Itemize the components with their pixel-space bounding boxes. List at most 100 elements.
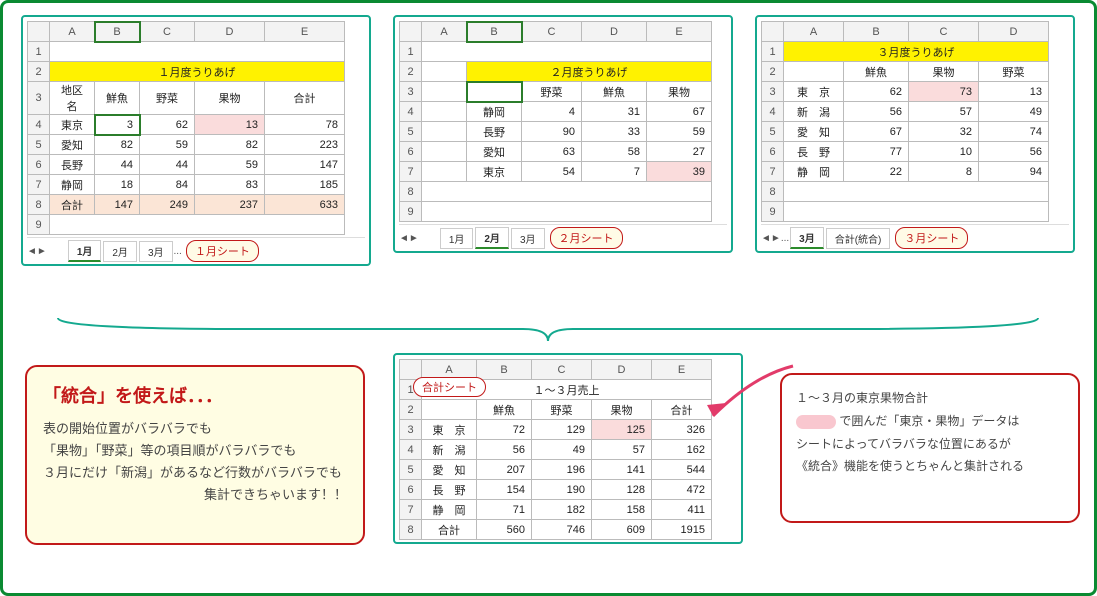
row-4[interactable]: 4 [400, 102, 422, 122]
cell[interactable]: 82 [195, 135, 265, 155]
tab-3-mar[interactable]: 3月 [790, 227, 824, 249]
cell[interactable]: 633 [265, 195, 345, 215]
cell[interactable]: 13 [979, 82, 1049, 102]
col-C[interactable]: C [532, 360, 592, 380]
cell[interactable]: 32 [909, 122, 979, 142]
cell[interactable]: 62 [140, 115, 195, 135]
row-2[interactable]: 2 [28, 62, 50, 82]
row-4[interactable]: 4 [762, 102, 784, 122]
row-3[interactable]: 3 [400, 420, 422, 440]
cell[interactable]: 58 [582, 142, 647, 162]
row-5[interactable]: 5 [400, 460, 422, 480]
cell[interactable]: 237 [195, 195, 265, 215]
cell[interactable]: 33 [582, 122, 647, 142]
cell[interactable]: 44 [140, 155, 195, 175]
cell[interactable]: 新 潟 [784, 102, 844, 122]
tab-3-total[interactable]: 合計(統合) [826, 228, 891, 249]
cell-highlight[interactable]: 13 [195, 115, 265, 135]
cell[interactable]: 49 [532, 440, 592, 460]
cell[interactable]: 27 [647, 142, 712, 162]
col-B[interactable]: B [95, 22, 140, 42]
cell[interactable]: 長野 [50, 155, 95, 175]
row-1[interactable]: 1 [28, 42, 50, 62]
col-D[interactable]: D [582, 22, 647, 42]
cell[interactable]: 746 [532, 520, 592, 540]
tab-1-feb[interactable]: 2月 [103, 241, 137, 262]
scroll-right-icon[interactable]: ► [409, 233, 419, 244]
cell[interactable]: 59 [195, 155, 265, 175]
cell[interactable]: 57 [909, 102, 979, 122]
cell[interactable]: 94 [979, 162, 1049, 182]
cell[interactable]: 59 [647, 122, 712, 142]
cell[interactable]: 1915 [652, 520, 712, 540]
cell[interactable]: 長 野 [784, 142, 844, 162]
cell[interactable]: 静岡 [50, 175, 95, 195]
col-C[interactable]: C [909, 22, 979, 42]
scroll-right-icon[interactable]: ► [771, 233, 781, 244]
cell[interactable]: 56 [979, 142, 1049, 162]
cell[interactable]: 東 京 [422, 420, 477, 440]
cell[interactable]: 新 潟 [422, 440, 477, 460]
cell[interactable]: 162 [652, 440, 712, 460]
cell[interactable]: 147 [95, 195, 140, 215]
row-4[interactable]: 4 [400, 440, 422, 460]
row-6[interactable]: 6 [400, 142, 422, 162]
cell[interactable]: 59 [140, 135, 195, 155]
cell[interactable]: 4 [522, 102, 582, 122]
cell[interactable]: 84 [140, 175, 195, 195]
scroll-left-icon[interactable]: ◄ [761, 233, 771, 244]
cell[interactable]: 190 [532, 480, 592, 500]
row-4[interactable]: 4 [28, 115, 50, 135]
col-A[interactable]: A [50, 22, 95, 42]
cell[interactable]: 249 [140, 195, 195, 215]
cell[interactable]: 56 [477, 440, 532, 460]
cell[interactable]: 128 [592, 480, 652, 500]
col-C[interactable]: C [522, 22, 582, 42]
cell[interactable]: 長 野 [422, 480, 477, 500]
row-9[interactable]: 9 [28, 215, 50, 235]
col-E[interactable]: E [265, 22, 345, 42]
tab-2-jan[interactable]: 1月 [440, 228, 474, 249]
row-6[interactable]: 6 [400, 480, 422, 500]
cell[interactable]: 544 [652, 460, 712, 480]
scroll-left-icon[interactable]: ◄ [27, 246, 37, 257]
cell[interactable]: 72 [477, 420, 532, 440]
row-2[interactable]: 2 [400, 62, 422, 82]
col-C[interactable]: C [140, 22, 195, 42]
cell[interactable]: 74 [979, 122, 1049, 142]
cell[interactable]: 77 [844, 142, 909, 162]
row-5[interactable]: 5 [28, 135, 50, 155]
cell[interactable]: 31 [582, 102, 647, 122]
cell[interactable]: 560 [477, 520, 532, 540]
cell-highlight[interactable]: 39 [647, 162, 712, 182]
row-6[interactable]: 6 [762, 142, 784, 162]
cell[interactable]: 147 [265, 155, 345, 175]
cell[interactable]: 154 [477, 480, 532, 500]
cell[interactable]: 東京 [467, 162, 522, 182]
tab-2-feb[interactable]: 2月 [475, 227, 509, 249]
cell[interactable]: 長野 [467, 122, 522, 142]
row-3[interactable]: 3 [28, 82, 50, 115]
scroll-right-icon[interactable]: ► [37, 246, 47, 257]
cell[interactable]: 静 岡 [784, 162, 844, 182]
cell[interactable]: 静 岡 [422, 500, 477, 520]
cell[interactable]: 63 [522, 142, 582, 162]
row-3[interactable]: 3 [762, 82, 784, 102]
cell[interactable]: 7 [582, 162, 647, 182]
row-7[interactable]: 7 [762, 162, 784, 182]
col-A[interactable]: A [784, 22, 844, 42]
cell[interactable]: 158 [592, 500, 652, 520]
col-A[interactable]: A [422, 22, 467, 42]
cell[interactable]: 71 [477, 500, 532, 520]
cell[interactable]: 44 [95, 155, 140, 175]
cell[interactable]: 411 [652, 500, 712, 520]
cell[interactable]: 83 [195, 175, 265, 195]
cell[interactable]: 合計 [422, 520, 477, 540]
row-8[interactable]: 8 [762, 182, 784, 202]
cell[interactable]: 141 [592, 460, 652, 480]
cell[interactable]: 愛知 [50, 135, 95, 155]
row-6[interactable]: 6 [28, 155, 50, 175]
tab-1-jan[interactable]: 1月 [68, 240, 102, 262]
row-2[interactable]: 2 [762, 62, 784, 82]
cell[interactable]: 49 [979, 102, 1049, 122]
